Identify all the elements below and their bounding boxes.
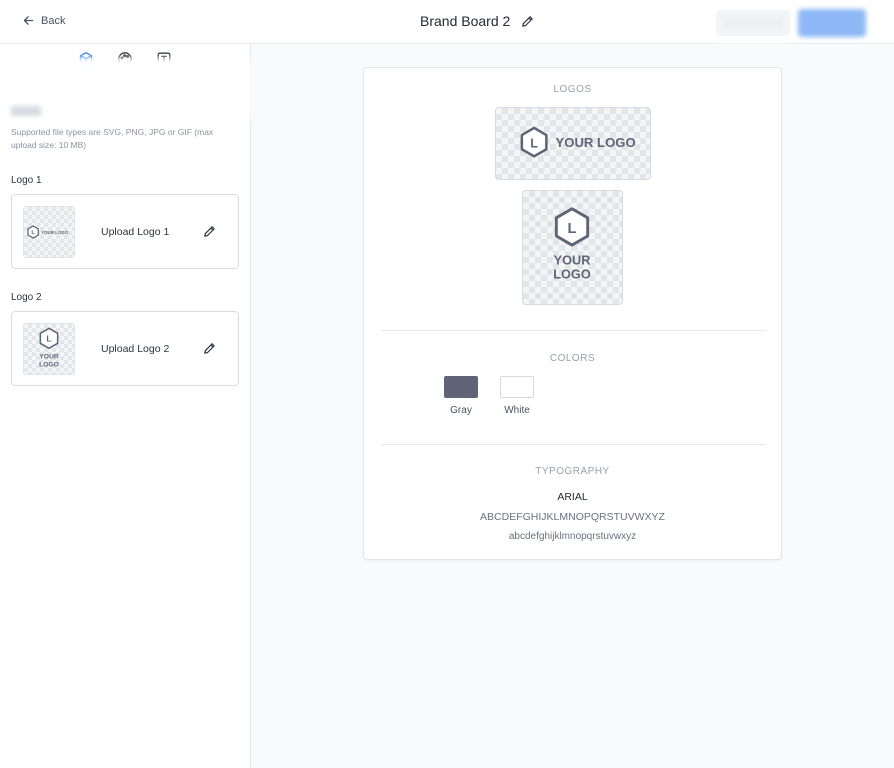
section-divider [381,330,766,331]
logo-1-label: Logo 1 [11,175,42,186]
section-divider [381,444,766,445]
logo-1-thumbnail: L YOUR LOGO [23,206,75,258]
header-actions [694,0,894,44]
color-name-white: White [504,405,530,416]
sidebar: Supported file types are SVG, PNG, JPG o… [0,44,251,768]
logo-2-thumbnail: L YOUR LOGO [23,323,75,375]
svg-text:L: L [530,136,538,150]
edit-logo-2-button[interactable] [202,341,217,356]
logos-section-title: LOGOS [553,84,592,95]
logo-2-card[interactable]: L YOUR LOGO Upload Logo 2 [11,311,239,386]
logo-2-placeholder-image: L YOUR LOGO [39,327,59,368]
uppercase-sample: ABCDEFGHIJKLMNOPQRSTUVWXYZ [480,511,665,523]
svg-text:YOUR: YOUR [39,354,59,361]
pencil-icon [204,226,215,237]
brand-board-preview: LOGOS L YOUR LOGO L YOUR LOGO COLORS Gra… [363,67,782,560]
svg-text:L: L [46,334,52,344]
board-title-group: Brand Board 2 [420,13,535,29]
secondary-action-button[interactable] [716,10,790,36]
stacked-logo-image: L YOUR LOGO [553,207,591,281]
horizontal-logo-preview: L YOUR LOGO [495,107,651,180]
upload-logo-2-label: Upload Logo 2 [101,343,170,355]
back-button[interactable]: Back [22,14,65,27]
upload-logo-1-label: Upload Logo 1 [101,226,170,238]
typography-section-title: TYPOGRAPHY [535,466,610,477]
horizontal-logo-image: L YOUR LOGO [520,126,636,158]
edit-title-button[interactable] [520,14,535,29]
arrow-left-icon [23,16,34,25]
pencil-icon [204,343,215,354]
logo-2-label: Logo 2 [11,292,42,303]
file-types-helper-text: Supported file types are SVG, PNG, JPG o… [11,127,214,150]
colors-section-title: COLORS [549,353,596,364]
color-name-gray: Gray [450,405,472,416]
svg-text:LOGO: LOGO [553,266,591,281]
pencil-icon [522,15,534,27]
page-title: Brand Board 2 [420,13,511,29]
lowercase-sample: abcdefghijklmnopqrstuvwxyz [508,531,637,542]
font-name: ARIAL [557,491,588,503]
logo-1-card[interactable]: L YOUR LOGO Upload Logo 1 [11,194,239,269]
color-swatch-white[interactable] [500,376,534,398]
primary-action-button[interactable] [798,9,866,37]
section-heading-placeholder [11,106,41,116]
svg-text:YOUR: YOUR [554,253,591,268]
back-label: Back [41,14,66,27]
color-swatch-gray[interactable] [444,376,478,398]
svg-text:YOUR LOGO: YOUR LOGO [555,135,635,150]
svg-text:YOUR LOGO: YOUR LOGO [41,230,69,235]
svg-text:LOGO: LOGO [39,361,59,368]
svg-text:L: L [31,230,35,236]
logo-1-placeholder-image: L YOUR LOGO [27,225,69,239]
svg-text:L: L [568,221,577,237]
edit-logo-1-button[interactable] [202,224,217,239]
top-bar: Back Brand Board 2 [0,0,894,44]
stacked-logo-preview: L YOUR LOGO [522,190,623,305]
